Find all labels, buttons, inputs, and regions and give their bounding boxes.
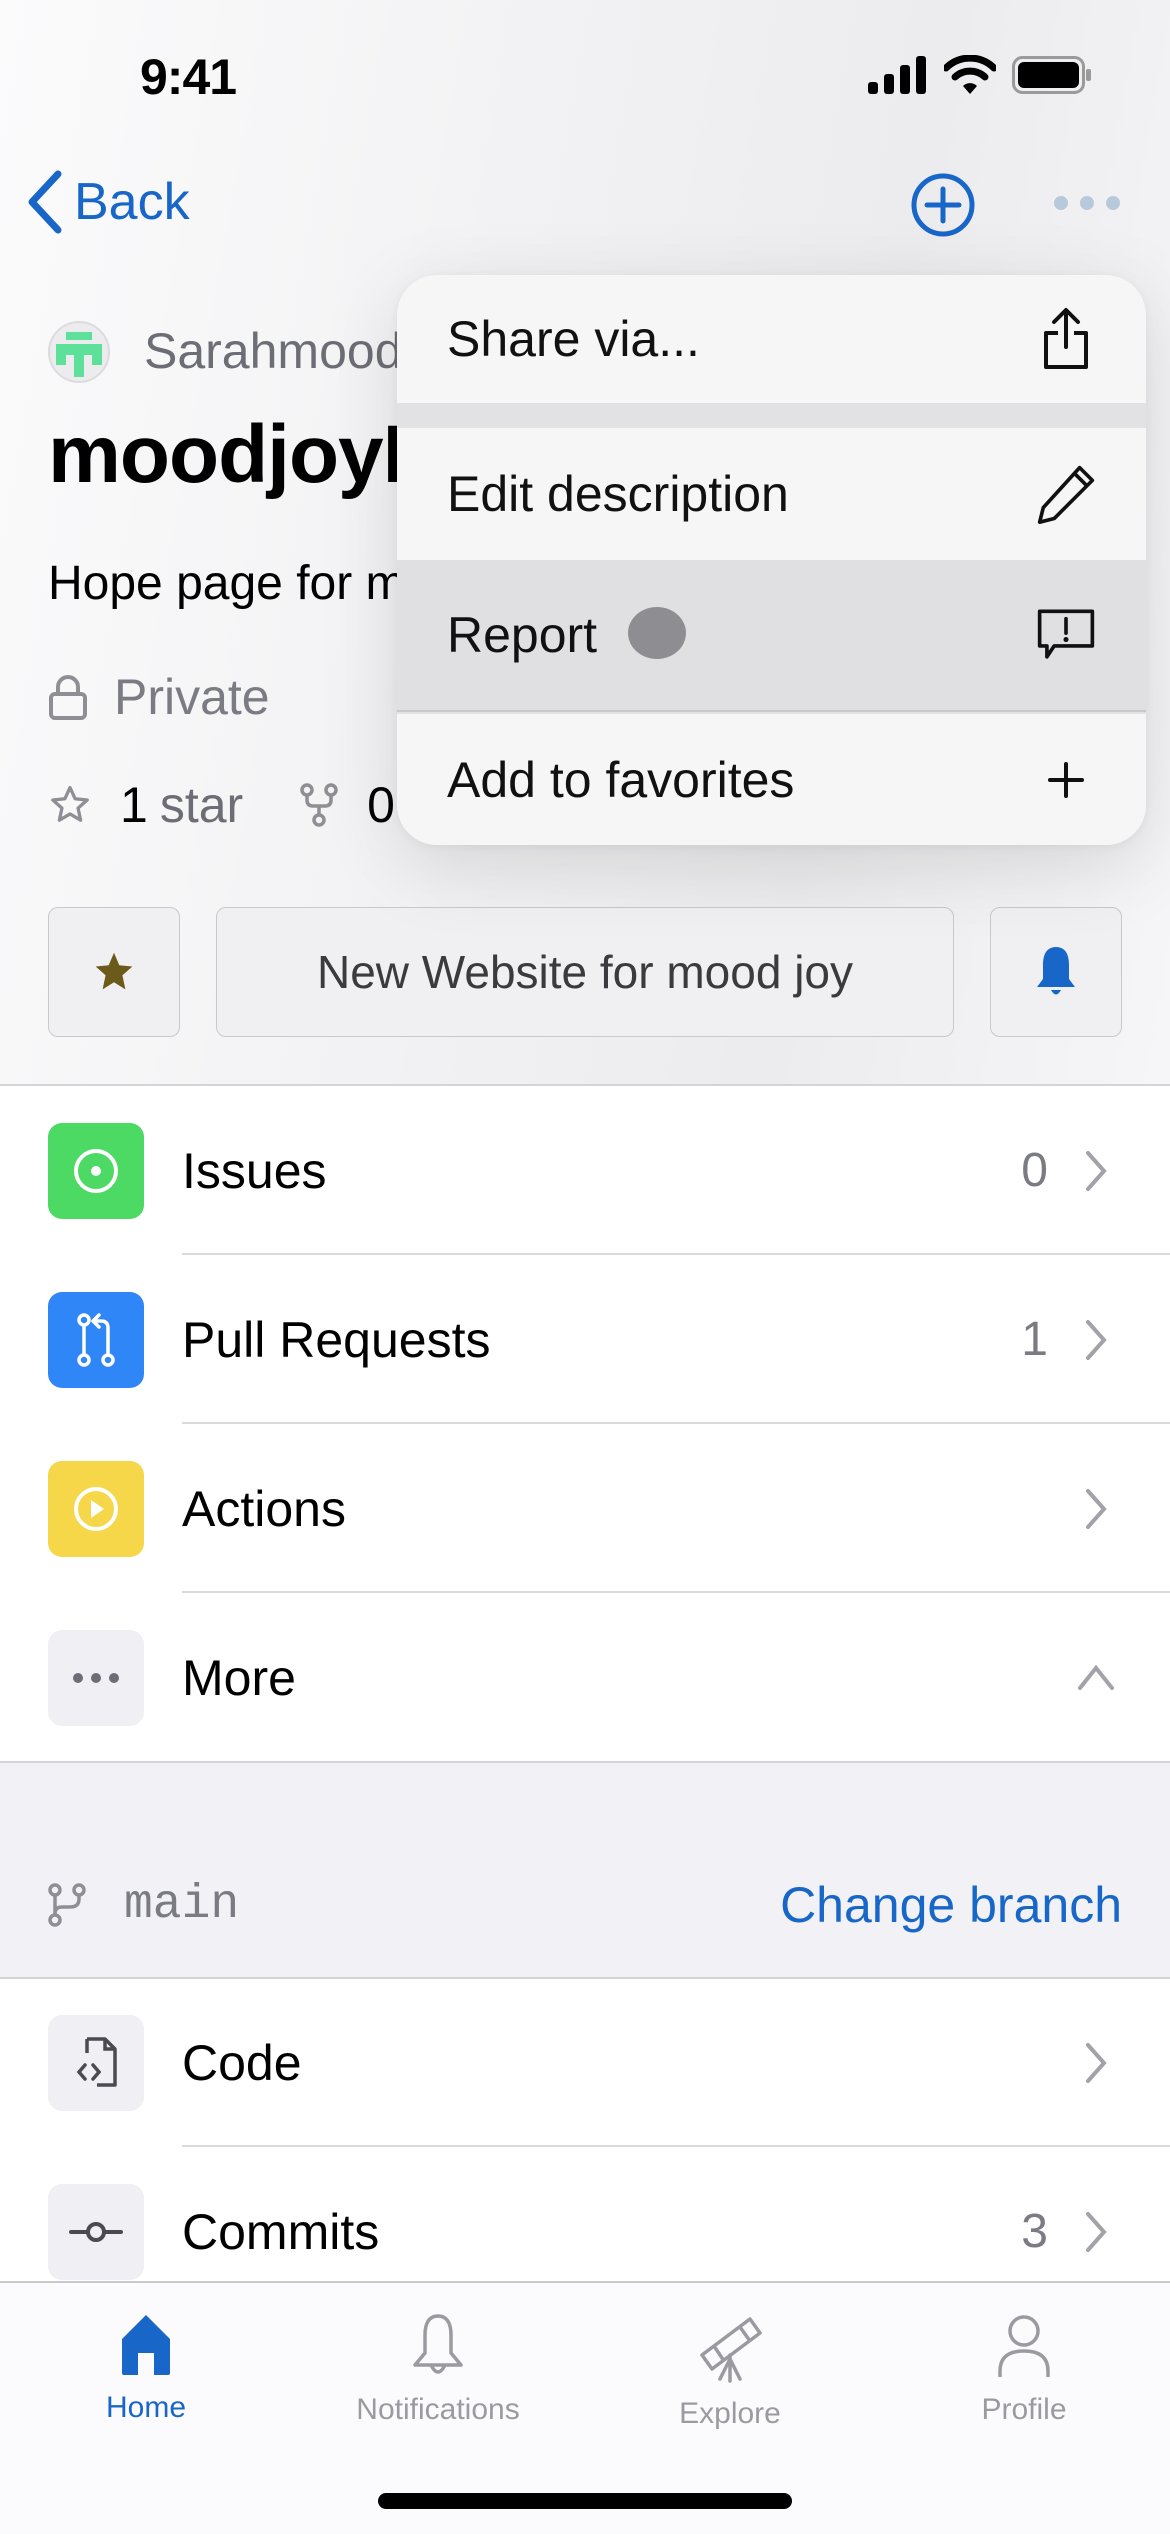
row-label: Actions [182, 1481, 346, 1537]
dot [1054, 196, 1068, 210]
tab-notifications[interactable]: Notifications [328, 2313, 548, 2427]
menu-item-label: Add to favorites [447, 751, 795, 808]
row-count: 1 [1021, 1313, 1048, 1366]
tab-label: Notifications [356, 2393, 520, 2426]
code-file-icon [76, 2037, 117, 2087]
back-label: Back [74, 173, 190, 231]
row-label: Pull Requests [182, 1312, 491, 1368]
back-button[interactable]: Back [24, 170, 190, 234]
row-count: 0 [1021, 1144, 1048, 1197]
branch-name: main [124, 1878, 240, 1932]
watch-button[interactable] [990, 907, 1122, 1037]
owner-avatar[interactable] [48, 321, 110, 383]
star-filled-icon [95, 952, 133, 990]
change-branch-link[interactable]: Change branch [780, 1876, 1122, 1934]
menu-item-edit-description[interactable]: Edit description [397, 428, 1146, 560]
lock-icon [49, 675, 87, 720]
pull-requests-icon-tile [48, 1292, 144, 1388]
tab-label: Home [105, 2391, 187, 2424]
chevron-right-icon [1086, 1489, 1107, 1529]
more-options-button[interactable] [1054, 196, 1120, 210]
visibility-label: Private [114, 669, 270, 725]
more-icon-tile [48, 1630, 144, 1726]
row-separator [182, 1422, 1170, 1424]
chevron-right-icon [1086, 1320, 1107, 1360]
status-icons [868, 55, 1092, 95]
tab-profile[interactable]: Profile [914, 2313, 1134, 2427]
home-indicator [378, 2493, 792, 2509]
branch-section [0, 1762, 1170, 1978]
issues-icon-tile [48, 1123, 144, 1219]
pencil-icon [1036, 459, 1096, 529]
chevron-up-icon [1078, 1664, 1114, 1690]
current-branch: main [48, 1878, 239, 1932]
person-icon [998, 2315, 1050, 2377]
play-icon [74, 1487, 118, 1531]
commit-icon [69, 2222, 123, 2242]
tab-explore[interactable]: Explore [620, 2313, 840, 2431]
menu-item-label: Edit description [447, 466, 789, 522]
tab-label: Explore [679, 2397, 781, 2430]
forks-count[interactable]: 0 [367, 776, 395, 834]
more-icon [73, 1673, 119, 1683]
row-label: More [182, 1650, 296, 1706]
visibility: Private [48, 668, 270, 726]
row-pull-requests[interactable]: Pull Requests 1 [0, 1256, 1170, 1424]
bell-icon [413, 2314, 463, 2374]
share-icon [1036, 304, 1096, 374]
battery-icon [1012, 56, 1091, 94]
row-label: Code [182, 2035, 302, 2091]
row-code[interactable]: Code [0, 1979, 1170, 2147]
star-button[interactable] [48, 907, 180, 1037]
commits-icon-tile [48, 2184, 144, 2280]
home-icon [122, 2315, 170, 2375]
menu-item-add-to-favorites[interactable]: Add to favorites [397, 714, 1146, 845]
add-circle-button[interactable] [910, 172, 976, 238]
wifi-icon [944, 55, 996, 94]
row-separator [182, 2145, 1170, 2147]
row-separator [182, 1591, 1170, 1593]
repo-stats: 1 star 0 [48, 776, 395, 834]
chevron-left-icon [28, 170, 62, 234]
row-separator [182, 1253, 1170, 1255]
menu-item-label: Report [447, 607, 598, 663]
tab-label: Profile [981, 2393, 1067, 2426]
stars-count[interactable]: 1 [120, 776, 148, 834]
divider [0, 1761, 1170, 1763]
description-button[interactable]: New Website for mood joy [216, 907, 954, 1037]
star-outline-icon [51, 785, 89, 822]
menu-item-label: Share via... [447, 311, 700, 367]
menu-item-share[interactable]: Share via... [397, 275, 1146, 403]
tab-home[interactable]: Home [36, 2313, 256, 2425]
row-actions[interactable]: Actions [0, 1425, 1170, 1593]
bell-filled-icon [1037, 947, 1075, 995]
chevron-right-icon [1086, 2212, 1107, 2252]
identicon-icon [56, 332, 102, 377]
code-icon-tile [48, 2015, 144, 2111]
stars-label[interactable]: star [160, 776, 243, 834]
chevron-right-icon [1086, 1151, 1107, 1191]
fork-icon [300, 783, 338, 827]
issue-icon [74, 1149, 118, 1193]
menu-item-report[interactable]: Report [397, 560, 1146, 712]
signal-icon [868, 56, 926, 94]
divider [0, 1084, 1170, 1086]
plus-icon [1036, 745, 1096, 815]
actions-icon-tile [48, 1461, 144, 1557]
status-time: 9:41 [140, 49, 237, 105]
row-issues[interactable]: Issues 0 [0, 1087, 1170, 1255]
context-menu: Share via... Edit description Report Add… [397, 275, 1146, 845]
touch-indicator [628, 607, 686, 659]
dot [1106, 196, 1120, 210]
row-more[interactable]: More [0, 1594, 1170, 1762]
branch-icon [48, 1883, 86, 1927]
report-icon [1036, 600, 1096, 670]
row-label: Issues [182, 1143, 327, 1199]
dot [1080, 196, 1094, 210]
telescope-icon [700, 2317, 762, 2383]
chevron-right-icon [1086, 2043, 1107, 2083]
pull-request-icon [77, 1313, 115, 1367]
